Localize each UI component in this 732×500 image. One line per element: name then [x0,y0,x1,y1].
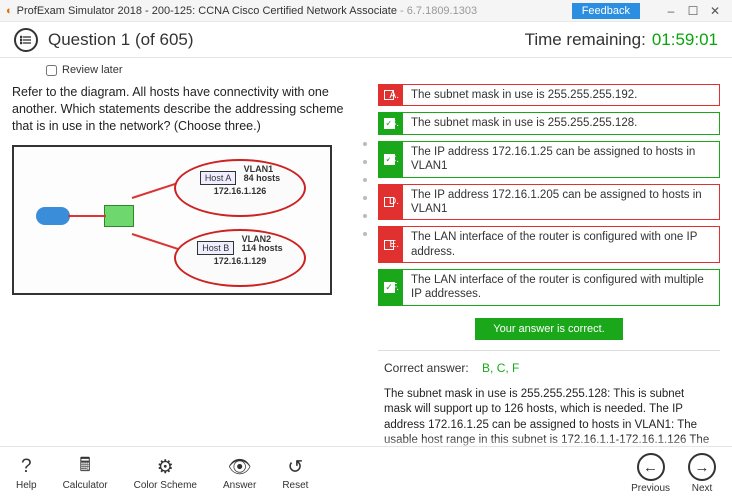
explanation-panel: Correct answer: B, C, F The subnet mask … [378,350,720,454]
question-text: Refer to the diagram. All hosts have con… [12,84,352,135]
footer-toolbar: ?Help 🖩Calculator ⚙Color Scheme 👁Answer … [0,446,732,500]
calculator-button[interactable]: 🖩Calculator [63,456,108,491]
answer-text: The subnet mask in use is 255.255.255.19… [402,84,720,106]
host-b-label: Host B [197,241,234,255]
minimize-button[interactable]: – [660,4,682,18]
answer-panel: A. The subnet mask in use is 255.255.255… [372,84,720,454]
eye-icon: 👁 [228,456,252,478]
answer-text: The LAN interface of the router is confi… [402,226,720,263]
help-button[interactable]: ?Help [16,456,37,491]
answer-option-b[interactable]: ✓B. The subnet mask in use is 255.255.25… [378,112,720,134]
arrow-right-icon: → [688,453,716,481]
close-button[interactable]: ✕ [704,4,726,18]
color-scheme-button[interactable]: ⚙Color Scheme [134,456,197,491]
correct-answer-value: B, C, F [482,361,519,375]
answer-option-a[interactable]: A. The subnet mask in use is 255.255.255… [378,84,720,106]
vlan2-group: Host B VLAN2114 hosts 172.16.1.129 [174,229,306,287]
maximize-button[interactable]: ☐ [682,4,704,18]
host-b-ip: 172.16.1.129 [176,256,304,266]
gear-icon: ⚙ [157,456,174,478]
answer-option-f[interactable]: ✓F. The LAN interface of the router is c… [378,269,720,306]
review-later[interactable]: Review later [0,58,732,84]
review-checkbox[interactable] [46,65,57,76]
splitter[interactable] [358,84,372,454]
answer-marker: ✓F. [378,269,402,306]
list-icon [20,34,32,46]
timer-value: 01:59:01 [652,30,718,50]
correct-answer-label: Correct answer: [384,361,469,375]
host-a-label: Host A [200,171,237,185]
menu-button[interactable] [14,28,38,52]
answer-marker: ✓C. [378,141,402,178]
switch-icon [104,205,134,227]
timer-label: Time remaining: [525,30,646,50]
help-icon: ? [21,456,32,478]
vlan1-group: Host A VLAN184 hosts 172.16.1.126 [174,159,306,217]
exam-title: 200-125: CCNA Cisco Certified Network As… [152,5,397,17]
router-icon [36,207,70,225]
answer-button[interactable]: 👁Answer [223,456,256,491]
answer-option-e[interactable]: E. The LAN interface of the router is co… [378,226,720,263]
reset-icon: ↺ [287,456,303,478]
feedback-button[interactable]: Feedback [572,3,640,19]
answer-text: The IP address 172.16.1.205 can be assig… [402,184,720,221]
host-a-ip: 172.16.1.126 [176,186,304,196]
network-diagram: Host A VLAN184 hosts 172.16.1.126 Host B… [12,145,332,295]
answer-text: The IP address 172.16.1.25 can be assign… [402,141,720,178]
question-header: Question 1 (of 605) Time remaining: 01:5… [0,22,732,58]
review-label: Review later [62,64,123,76]
calculator-icon: 🖩 [79,456,90,478]
titlebar: ◐ ProfExam Simulator 2018 - 200-125: CCN… [0,0,732,22]
answer-text: The subnet mask in use is 255.255.255.12… [402,112,720,134]
next-button[interactable]: →Next [688,453,716,494]
answer-marker: D. [378,184,402,221]
answer-marker: A. [378,84,402,106]
answer-marker: ✓B. [378,112,402,134]
app-version: 6.7.1809.1303 [407,5,477,17]
reset-button[interactable]: ↺Reset [282,456,308,491]
answer-option-d[interactable]: D. The IP address 172.16.1.205 can be as… [378,184,720,221]
arrow-left-icon: ← [637,453,665,481]
app-logo-icon: ◐ [6,5,13,17]
verdict-badge: Your answer is correct. [475,318,622,340]
question-number: Question 1 (of 605) [48,30,194,50]
answer-marker: E. [378,226,402,263]
answer-option-c[interactable]: ✓C. The IP address 172.16.1.25 can be as… [378,141,720,178]
app-title: ProfExam Simulator 2018 [17,5,142,17]
previous-button[interactable]: ←Previous [631,453,670,494]
answer-text: The LAN interface of the router is confi… [402,269,720,306]
question-panel: Refer to the diagram. All hosts have con… [12,84,358,454]
